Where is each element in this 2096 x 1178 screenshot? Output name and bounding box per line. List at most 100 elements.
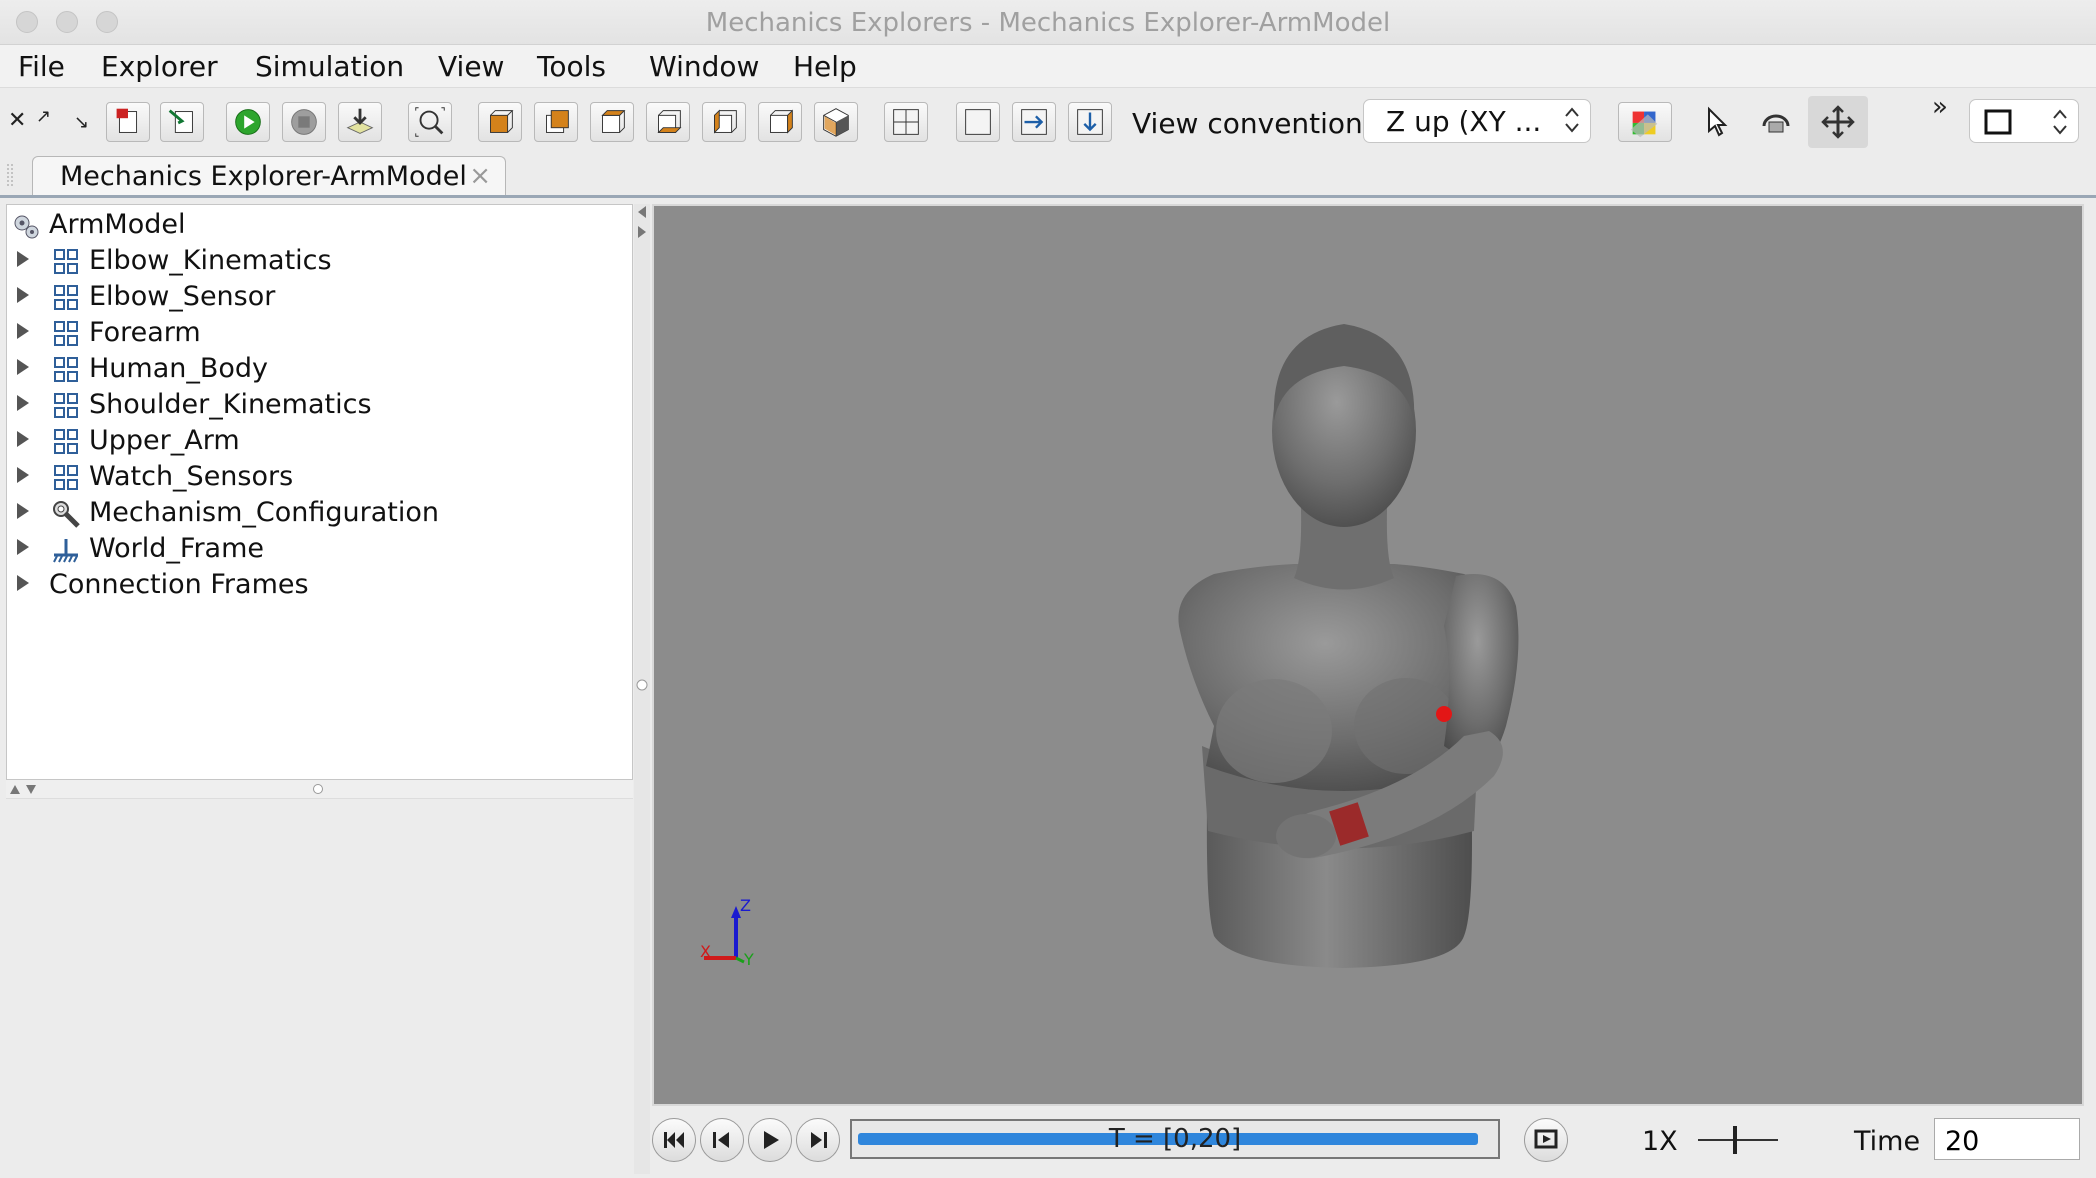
expand-arrow-icon[interactable] bbox=[17, 359, 29, 375]
tree-item-label: Elbow_Kinematics bbox=[89, 245, 332, 276]
fit-to-view-button[interactable] bbox=[408, 102, 452, 142]
isometric-view-button[interactable] bbox=[814, 102, 858, 142]
window-layout-select[interactable] bbox=[1969, 99, 2079, 143]
toolbar-overflow-icon[interactable]: » bbox=[1932, 92, 1948, 122]
marker-sphere bbox=[1436, 706, 1452, 722]
axis-z-label: Z bbox=[740, 896, 751, 915]
expand-arrow-icon[interactable] bbox=[17, 395, 29, 411]
expand-arrow-icon[interactable] bbox=[17, 467, 29, 483]
expand-arrow-icon[interactable] bbox=[17, 503, 29, 519]
tree-item-world-frame[interactable]: World_Frame bbox=[7, 533, 627, 569]
3d-viewport[interactable]: Z X Y bbox=[652, 204, 2084, 1106]
tab-mechanics-explorer-armmodel[interactable]: Mechanics Explorer-ArmModel × bbox=[32, 156, 506, 196]
menu-tools[interactable]: Tools bbox=[537, 50, 606, 83]
playback-speed-slider[interactable] bbox=[1696, 1120, 1780, 1160]
menu-file[interactable]: File bbox=[18, 50, 65, 83]
left-view-button[interactable] bbox=[702, 102, 746, 142]
expand-arrow-icon[interactable] bbox=[17, 575, 29, 591]
export-view-button[interactable] bbox=[160, 102, 204, 142]
play-button[interactable] bbox=[748, 1118, 792, 1162]
pan-arrows-icon bbox=[1821, 105, 1855, 139]
tree-item-shoulder-kinematics[interactable]: Shoulder_Kinematics bbox=[7, 389, 627, 425]
step-forward-button[interactable] bbox=[796, 1118, 840, 1162]
split-horizontal-icon bbox=[1077, 109, 1103, 135]
panel-splitter[interactable] bbox=[634, 204, 650, 1174]
rewind-to-start-button[interactable] bbox=[652, 1118, 696, 1162]
window-title: Mechanics Explorers - Mechanics Explorer… bbox=[705, 8, 1391, 38]
top-view-button[interactable] bbox=[590, 102, 634, 142]
tree-panel-splitter[interactable] bbox=[6, 780, 633, 799]
tree-item-human-body[interactable]: Human_Body bbox=[7, 353, 627, 389]
menu-simulation[interactable]: Simulation bbox=[255, 50, 404, 83]
loop-playback-button[interactable] bbox=[1524, 1118, 1568, 1162]
time-input[interactable] bbox=[1934, 1118, 2080, 1160]
axis-y-label: Y bbox=[744, 950, 754, 969]
time-slider[interactable]: T = [0,20] bbox=[850, 1119, 1500, 1159]
right-view-button[interactable] bbox=[758, 102, 802, 142]
cube-bottom-icon bbox=[657, 110, 682, 133]
view-convention-value: Z up (XY ... bbox=[1386, 105, 1542, 138]
grid-layout-icon bbox=[893, 109, 919, 135]
splitter-handle-icon bbox=[636, 679, 648, 691]
four-view-layout-button[interactable] bbox=[884, 102, 928, 142]
axis-triad: Z X Y bbox=[700, 896, 790, 976]
menu-bar: File Explorer Simulation View Tools Wind… bbox=[0, 45, 2096, 88]
tree-item-label: World_Frame bbox=[89, 533, 264, 564]
expand-arrow-icon[interactable] bbox=[17, 251, 29, 267]
select-pointer-icon[interactable] bbox=[1704, 106, 1730, 146]
splitter-arrows-icon bbox=[638, 206, 646, 238]
loop-icon bbox=[1534, 1129, 1558, 1149]
bottom-view-button[interactable] bbox=[646, 102, 690, 142]
toolbar: ✕ ↗ ↘ View convention: Z up (XY ... » bbox=[0, 88, 2096, 156]
menu-help[interactable]: Help bbox=[793, 50, 857, 83]
expand-arrow-icon[interactable] bbox=[17, 431, 29, 447]
model-tree[interactable]: ArmModel Elbow_Kinematics Elbow_Sensor F… bbox=[6, 204, 633, 780]
split-horizontal-button[interactable] bbox=[1068, 102, 1112, 142]
tree-item-elbow-sensor[interactable]: Elbow_Sensor bbox=[7, 281, 627, 317]
drag-grip-icon bbox=[7, 164, 13, 188]
window-icon bbox=[1984, 109, 2012, 135]
menu-explorer[interactable]: Explorer bbox=[101, 50, 218, 83]
expand-arrow-icon[interactable] bbox=[17, 323, 29, 339]
background-color-button[interactable] bbox=[1618, 102, 1672, 142]
pan-view-button[interactable] bbox=[1808, 96, 1868, 148]
playback-speed-label: 1X bbox=[1642, 1126, 1678, 1157]
dock-icon[interactable]: ↘ bbox=[74, 112, 89, 133]
tree-item-label: Forearm bbox=[89, 317, 201, 348]
chevron-updown-icon bbox=[2053, 109, 2067, 135]
tree-item-forearm[interactable]: Forearm bbox=[7, 317, 627, 353]
play-icon bbox=[235, 109, 261, 135]
tree-item-upper-arm[interactable]: Upper_Arm bbox=[7, 425, 627, 461]
menu-view[interactable]: View bbox=[438, 50, 504, 83]
split-vertical-button[interactable] bbox=[1012, 102, 1056, 142]
menu-window[interactable]: Window bbox=[649, 50, 759, 83]
tab-divider bbox=[0, 195, 2096, 198]
time-range-label: T = [0,20] bbox=[1108, 1124, 1242, 1154]
front-view-button[interactable] bbox=[478, 102, 522, 142]
run-simulation-button[interactable] bbox=[226, 102, 270, 142]
skip-start-icon bbox=[664, 1132, 684, 1148]
expand-arrow-icon[interactable] bbox=[17, 287, 29, 303]
step-back-button[interactable] bbox=[700, 1118, 744, 1162]
rotate-view-icon[interactable] bbox=[1758, 106, 1794, 144]
view-convention-select[interactable]: Z up (XY ... bbox=[1363, 99, 1591, 143]
subsystem-icon bbox=[54, 465, 78, 490]
tree-item-mechanism-configuration[interactable]: Mechanism_Configuration bbox=[7, 497, 627, 533]
tree-root[interactable]: ArmModel bbox=[7, 209, 627, 245]
close-tab-icon[interactable]: × bbox=[469, 161, 491, 191]
tree-item-connection-frames[interactable]: Connection Frames bbox=[7, 569, 627, 605]
stop-simulation-button[interactable] bbox=[282, 102, 326, 142]
close-panel-icon[interactable]: ✕ bbox=[8, 108, 26, 133]
time-label: Time bbox=[1854, 1126, 1921, 1157]
tree-item-watch-sensors[interactable]: Watch_Sensors bbox=[7, 461, 627, 497]
undock-icon[interactable]: ↗ bbox=[36, 106, 51, 127]
save-animation-button[interactable] bbox=[338, 102, 382, 142]
expand-arrow-icon[interactable] bbox=[17, 539, 29, 555]
tree-item-elbow-kinematics[interactable]: Elbow_Kinematics bbox=[7, 245, 627, 281]
back-view-button[interactable] bbox=[534, 102, 578, 142]
delete-view-icon bbox=[116, 108, 138, 133]
tree-item-label: Mechanism_Configuration bbox=[89, 497, 439, 528]
delete-view-button[interactable] bbox=[106, 102, 150, 142]
single-view-layout-button[interactable] bbox=[956, 102, 1000, 142]
split-vertical-icon bbox=[1021, 109, 1047, 135]
